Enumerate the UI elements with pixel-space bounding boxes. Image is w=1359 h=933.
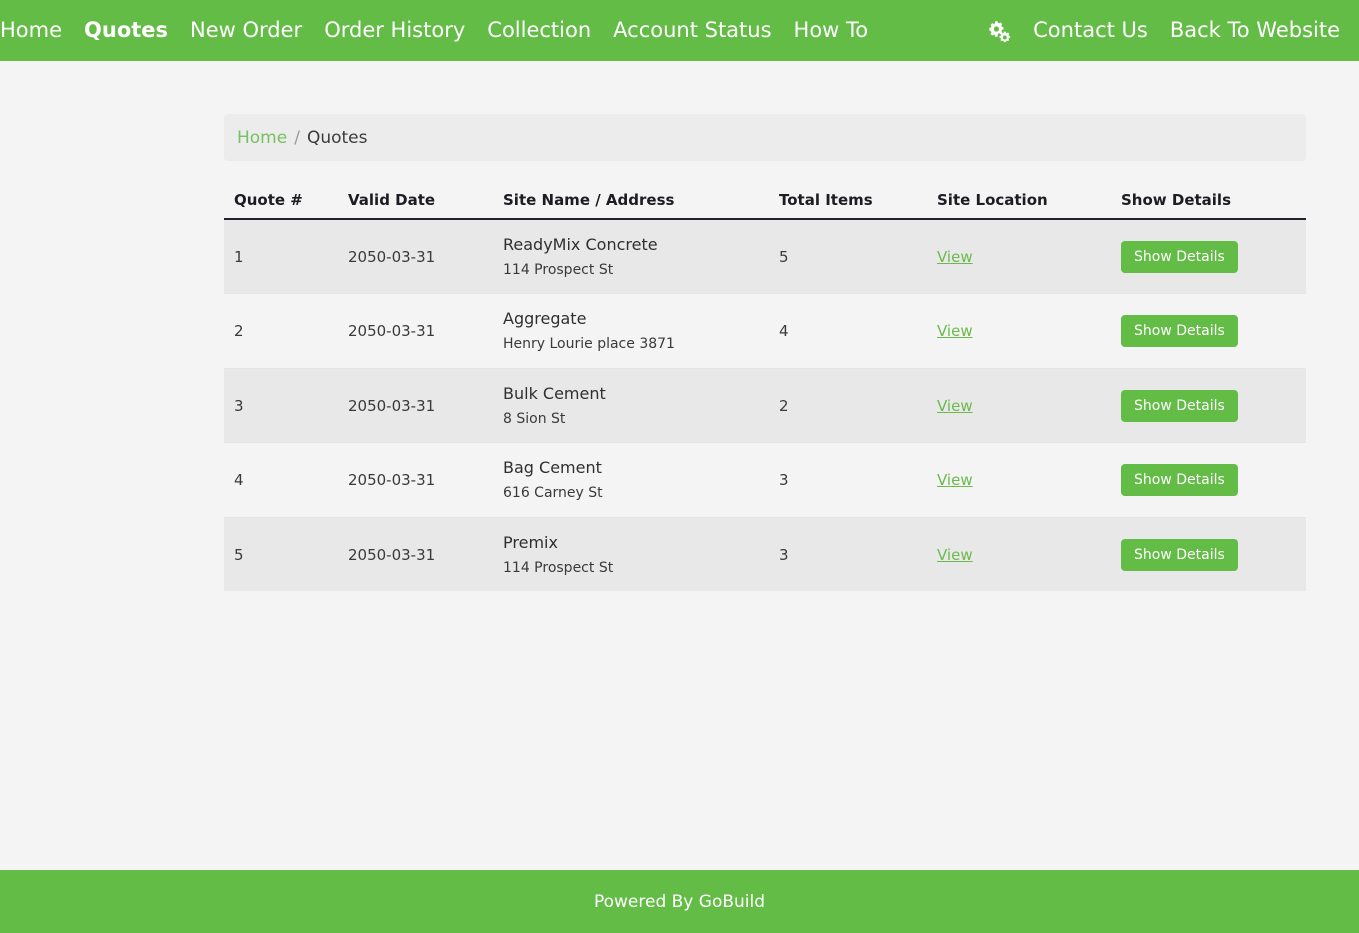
site-address: Henry Lourie place 3871	[503, 336, 675, 353]
nav-item-account-status[interactable]: Account Status	[602, 0, 782, 61]
cell-valid-date: 2050-03-31	[348, 516, 503, 592]
table-row: 4 2050-03-31 Bag Cement 616 Carney St 3 …	[224, 442, 1306, 518]
cell-site-location: View	[937, 516, 1121, 592]
cell-site-name-address: Premix 114 Prospect St	[503, 516, 779, 592]
cell-total-items: 3	[779, 516, 937, 592]
cell-site-location: View	[937, 293, 1121, 369]
nav-item-quotes[interactable]: Quotes	[73, 0, 179, 61]
cell-site-location: View	[937, 442, 1121, 518]
cell-show-details: Show Details	[1121, 293, 1306, 369]
nav-item-contact-us[interactable]: Contact Us	[1022, 0, 1159, 61]
view-location-link[interactable]: View	[937, 471, 973, 489]
cell-valid-date: 2050-03-31	[348, 293, 503, 369]
cell-site-name-address: Bag Cement 616 Carney St	[503, 442, 779, 518]
table-row: 2 2050-03-31 Aggregate Henry Lourie plac…	[224, 293, 1306, 369]
breadcrumb-item-home[interactable]: Home	[237, 128, 287, 148]
cell-site-location: View	[937, 367, 1121, 443]
column-header-show-details: Show Details	[1121, 183, 1306, 220]
cogs-icon[interactable]	[978, 19, 1022, 43]
cell-valid-date: 2050-03-31	[348, 442, 503, 518]
table-row: 5 2050-03-31 Premix 114 Prospect St 3 Vi…	[224, 516, 1306, 592]
top-navigation-bar: Home Quotes New Order Order History Coll…	[0, 0, 1359, 61]
cell-quote-number: 4	[224, 442, 348, 518]
show-details-button[interactable]: Show Details	[1121, 389, 1238, 422]
cell-show-details: Show Details	[1121, 367, 1306, 443]
column-header-site-name-address: Site Name / Address	[503, 183, 779, 220]
nav-item-new-order[interactable]: New Order	[179, 0, 313, 61]
table-row: 3 2050-03-31 Bulk Cement 8 Sion St 2 Vie…	[224, 367, 1306, 443]
table-header-row: Quote # Valid Date Site Name / Address T…	[224, 183, 1306, 220]
cell-quote-number: 2	[224, 293, 348, 369]
cell-total-items: 3	[779, 442, 937, 518]
cell-site-location: View	[937, 218, 1121, 294]
site-name: Aggregate	[503, 309, 587, 329]
site-name: Bulk Cement	[503, 383, 606, 403]
quotes-table: Quote # Valid Date Site Name / Address T…	[224, 183, 1306, 592]
site-address: 114 Prospect St	[503, 559, 614, 576]
quotes-table-header: Quote # Valid Date Site Name / Address T…	[224, 183, 1306, 220]
cell-quote-number: 5	[224, 516, 348, 592]
nav-item-how-to[interactable]: How To	[783, 0, 880, 61]
cell-quote-number: 1	[224, 218, 348, 294]
show-details-button[interactable]: Show Details	[1121, 240, 1238, 273]
nav-item-order-history[interactable]: Order History	[313, 0, 476, 61]
site-address: 114 Prospect St	[503, 261, 614, 278]
show-details-button[interactable]: Show Details	[1121, 315, 1238, 348]
site-name: Bag Cement	[503, 458, 602, 478]
cell-site-name-address: Aggregate Henry Lourie place 3871	[503, 293, 779, 369]
breadcrumb: Home / Quotes	[224, 114, 1306, 161]
cell-total-items: 4	[779, 293, 937, 369]
footer-text: Powered By GoBuild	[593, 891, 766, 912]
column-header-total-items: Total Items	[779, 183, 937, 220]
table-row: 1 2050-03-31 ReadyMix Concrete 114 Prosp…	[224, 218, 1306, 294]
cell-site-name-address: ReadyMix Concrete 114 Prospect St	[503, 218, 779, 294]
column-header-quote-number: Quote #	[224, 183, 348, 220]
cell-show-details: Show Details	[1121, 218, 1306, 294]
cell-quote-number: 3	[224, 367, 348, 443]
cell-total-items: 5	[779, 218, 937, 294]
quotes-table-body: 1 2050-03-31 ReadyMix Concrete 114 Prosp…	[224, 218, 1306, 592]
nav-secondary-links: Contact Us Back To Website	[978, 0, 1359, 61]
nav-item-home[interactable]: Home	[0, 0, 73, 61]
view-location-link[interactable]: View	[937, 397, 973, 415]
site-name: ReadyMix Concrete	[503, 235, 658, 254]
view-location-link[interactable]: View	[937, 546, 973, 564]
nav-primary-links: Home Quotes New Order Order History Coll…	[0, 0, 879, 61]
cell-show-details: Show Details	[1121, 516, 1306, 592]
cell-valid-date: 2050-03-31	[348, 367, 503, 443]
breadcrumb-item-quotes: Quotes	[306, 127, 368, 148]
site-address: 616 Carney St	[503, 485, 603, 502]
view-location-link[interactable]: View	[937, 322, 973, 340]
site-name: Premix	[503, 532, 558, 552]
cell-site-name-address: Bulk Cement 8 Sion St	[503, 367, 779, 443]
show-details-button[interactable]: Show Details	[1121, 538, 1238, 571]
column-header-site-location: Site Location	[937, 183, 1121, 220]
nav-item-back-to-website[interactable]: Back To Website	[1159, 0, 1351, 61]
view-location-link[interactable]: View	[937, 248, 973, 266]
nav-item-collection[interactable]: Collection	[476, 0, 602, 61]
show-details-button[interactable]: Show Details	[1121, 464, 1238, 497]
column-header-valid-date: Valid Date	[348, 183, 503, 220]
cell-total-items: 2	[779, 367, 937, 443]
main-content: Home / Quotes Quote # Valid Date Site Na…	[224, 61, 1306, 592]
page-footer: Powered By GoBuild	[0, 870, 1359, 933]
cell-show-details: Show Details	[1121, 442, 1306, 518]
site-address: 8 Sion St	[503, 410, 566, 427]
cell-valid-date: 2050-03-31	[348, 218, 503, 294]
breadcrumb-separator: /	[294, 127, 300, 148]
